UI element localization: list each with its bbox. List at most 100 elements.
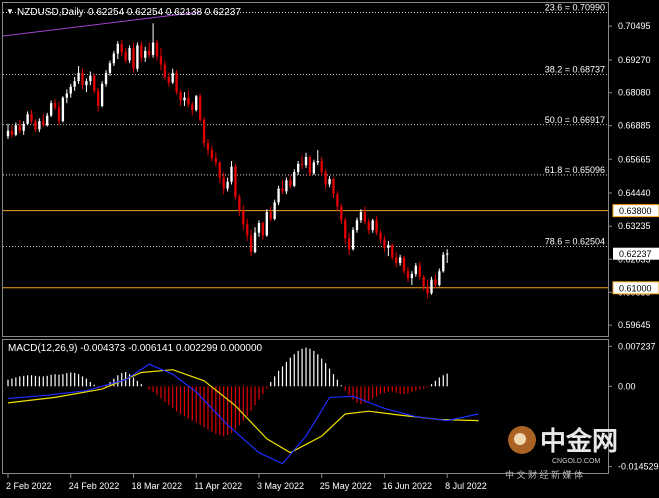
candle-body (308, 156, 312, 174)
watermark-site: CNGOLD.COM (552, 458, 600, 465)
candle-body (257, 223, 261, 233)
date-tick-label: 11 Apr 2022 (194, 481, 242, 491)
candle-body (10, 130, 14, 135)
candle-body (297, 163, 300, 173)
watermark-brand: 中金网 (540, 426, 618, 456)
candle-body (320, 161, 323, 173)
watermark-tagline: 中 文 财 经 新 媒 体 (505, 469, 583, 480)
candle-body (179, 92, 182, 101)
candle-body (422, 276, 425, 287)
candle-body (167, 77, 170, 83)
candle-body (304, 156, 308, 166)
candle-body (214, 158, 218, 163)
candle-body (426, 286, 429, 294)
price-tick-label: 0.66885 (618, 121, 651, 131)
candle-body (187, 97, 190, 105)
candle-body (238, 196, 241, 211)
fib-level-label: 50.0 = 0.66917 (545, 115, 605, 125)
candle-body (340, 206, 343, 221)
candle-body (128, 48, 131, 61)
candle-body (46, 115, 49, 126)
candle-body (230, 166, 233, 182)
candle-body (442, 254, 445, 272)
candle-body (347, 238, 351, 250)
candle-body (316, 161, 319, 163)
candle-body (281, 188, 284, 192)
candle-body (406, 271, 410, 279)
candle-body (206, 143, 210, 151)
candle-body (120, 43, 123, 53)
candle-body (446, 253, 449, 255)
candle-body (300, 163, 304, 166)
candle-body (218, 162, 221, 178)
candle-body (387, 245, 390, 248)
horizontal-lines (3, 210, 608, 289)
candle-body (434, 279, 437, 286)
candle-body (371, 220, 374, 230)
candle-body (269, 212, 272, 219)
candle-body (42, 121, 45, 126)
candle-body (93, 75, 96, 91)
candle-body (265, 212, 268, 236)
watermark-logo-inner-icon (514, 433, 526, 445)
candle-body (234, 166, 237, 197)
candle-body (293, 172, 296, 186)
price-tick-label: 0.59645 (618, 320, 651, 330)
candle-body (69, 86, 72, 94)
macd-tick-label: -0.014529 (618, 462, 659, 472)
candle-body (22, 123, 25, 131)
candle-body (183, 97, 186, 101)
symbol-dropdown-icon[interactable]: ▼ (6, 7, 14, 16)
date-tick-label: 3 May 2022 (257, 481, 304, 491)
candle-body (277, 188, 280, 203)
candle-body (336, 194, 339, 207)
chart-window[interactable]: 23.6 = 0.70990 38.2 = 0.68737 50.0 = 0.669… (0, 0, 659, 494)
price-tick-label: 0.70495 (618, 21, 651, 31)
macd-label: MACD(12,26,9) -0.004373 -0.006141 0.0022… (8, 343, 263, 354)
date-tick-label: 2 Feb 2022 (6, 481, 52, 491)
date-tick-label: 8 Jul 2022 (445, 481, 487, 491)
candle-body (332, 178, 335, 195)
candle-body (430, 279, 433, 294)
fib-level-label: 23.6 = 0.70990 (545, 3, 605, 13)
candle-body (414, 265, 417, 275)
candle-body (398, 257, 402, 263)
candle-body (144, 50, 147, 58)
macd-indicator (7, 347, 479, 465)
candle-body (136, 45, 139, 69)
candle-body (151, 42, 155, 55)
price-tick-label: 0.69270 (618, 55, 651, 65)
candle-body (375, 220, 378, 233)
fib-level-label: 78.6 = 0.62504 (545, 236, 605, 246)
price-tick-label: 0.68080 (618, 88, 651, 98)
candle-body (261, 223, 265, 236)
price-axis: 0.70495 0.69270 0.68080 0.66885 0.65665 0.644… (608, 21, 659, 330)
candle-body (124, 52, 127, 61)
candle-body (85, 81, 88, 86)
candle-body (73, 81, 76, 87)
candle-body (132, 48, 135, 69)
candle-body (53, 103, 57, 108)
candle-body (438, 271, 441, 286)
candle-body (202, 119, 206, 144)
candle-body (191, 104, 194, 111)
candle-body (363, 212, 367, 222)
candle-body (108, 63, 112, 73)
symbol-label: NZDUSD,Daily (17, 7, 84, 18)
chart-canvas[interactable]: 23.6 = 0.70990 38.2 = 0.68737 50.0 = 0.669… (0, 0, 659, 494)
candle-body (38, 121, 41, 130)
candle-body (418, 265, 421, 277)
candle-body (163, 64, 167, 78)
candle-body (344, 220, 347, 239)
candle-body (253, 232, 257, 252)
candle-body (351, 229, 355, 250)
candle-body (410, 274, 414, 279)
candle-body (285, 180, 288, 192)
candle-body (175, 72, 178, 93)
date-tick-label: 18 Mar 2022 (131, 481, 182, 491)
date-tick-label: 16 Jun 2022 (382, 481, 432, 491)
fib-level-label: 61.8 = 0.65096 (545, 165, 605, 175)
macd-tick-label: 0.00 (618, 381, 636, 391)
candle-body (273, 202, 276, 219)
candle-body (155, 42, 159, 57)
